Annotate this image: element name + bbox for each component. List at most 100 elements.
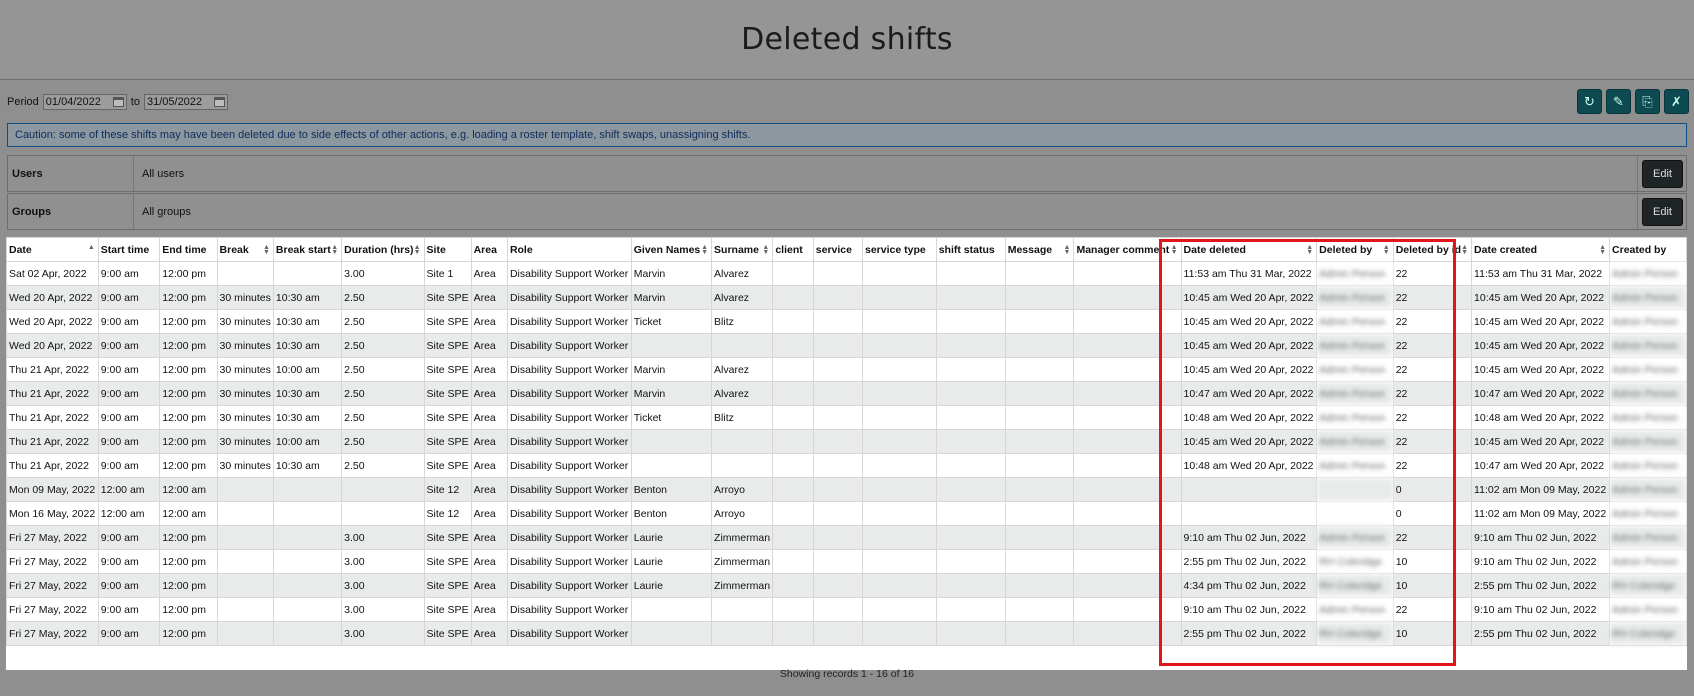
table-cell — [1180, 501, 1318, 526]
table-cell: Admin Person — [1609, 405, 1687, 430]
column-header[interactable]: Deleted by id ▲ ▼ — [1392, 237, 1473, 262]
sort-icon[interactable]: ▲ ▼ — [414, 244, 421, 256]
column-header[interactable]: service — [812, 237, 863, 262]
table-cell — [861, 477, 937, 502]
table-cell: 22 — [1392, 357, 1473, 382]
sort-icon[interactable]: ▲ ▼ — [701, 244, 708, 256]
column-header[interactable]: Given Names ▲ ▼ — [630, 237, 713, 262]
table-cell — [812, 309, 863, 334]
table-cell — [772, 357, 814, 382]
table-cell: 2.50 — [341, 453, 425, 478]
table-cell: Disability Support Worker — [506, 477, 632, 502]
table-cell: 9:00 am — [97, 525, 161, 550]
period-to-input[interactable]: 31/05/2022 — [143, 94, 228, 110]
column-header[interactable]: Role — [506, 237, 632, 262]
column-header[interactable]: Area — [470, 237, 508, 262]
table-cell: 9:00 am — [97, 357, 161, 382]
table-cell — [772, 453, 814, 478]
table-cell: Alvarez — [711, 381, 774, 406]
table-cell: Area — [470, 525, 508, 550]
table-cell — [812, 261, 863, 286]
calendar-icon[interactable] — [112, 97, 124, 107]
table-cell: 3.00 — [341, 621, 425, 646]
sort-icon[interactable]: ▲ ▼ — [1171, 244, 1178, 256]
table-cell — [935, 477, 1006, 502]
table-cell — [1004, 381, 1075, 406]
table-cell: 12:00 pm — [159, 405, 218, 430]
table-cell: RH Coleridge — [1316, 621, 1394, 646]
table-cell — [772, 525, 814, 550]
table-row: Wed 20 Apr, 2022 9:00 am 12:00 pm 30 minute… — [6, 285, 1687, 310]
column-header[interactable]: Deleted by ▲ ▼ — [1316, 237, 1394, 262]
column-header[interactable]: Manager comment ▲ ▼ — [1073, 237, 1182, 262]
table-cell — [272, 621, 343, 646]
table-cell: 11:02 am Mon 09 May, 2022 — [1471, 477, 1611, 502]
table-cell: 30 minutes — [216, 285, 274, 310]
table-row: Wed 20 Apr, 2022 9:00 am 12:00 pm 30 minute… — [6, 333, 1687, 358]
table-cell — [630, 429, 713, 454]
column-header[interactable]: Break ▲ ▼ — [216, 237, 274, 262]
table-cell: 12:00 am — [159, 477, 218, 502]
table-cell: 22 — [1392, 261, 1473, 286]
period-to-label: to — [130, 96, 140, 108]
table-cell: 2.50 — [341, 357, 425, 382]
table-cell — [1073, 309, 1182, 334]
column-header[interactable]: Date created ▲ ▼ — [1471, 237, 1611, 262]
period-filter: Period 01/04/2022 to 31/05/2022 — [7, 92, 228, 112]
table-cell — [216, 261, 274, 286]
sort-icon[interactable]: ▲ ▼ — [263, 244, 270, 256]
excel-icon[interactable]: ✗ — [1664, 89, 1689, 114]
refresh-icon[interactable]: ↻ — [1577, 89, 1602, 114]
table-cell: Admin Person — [1316, 285, 1394, 310]
column-header[interactable]: Start time — [97, 237, 161, 262]
table-cell: Site SPE — [423, 285, 472, 310]
table-cell — [1073, 573, 1182, 598]
table-cell — [272, 261, 343, 286]
table-cell: Arroyo — [711, 501, 774, 526]
edit-icon[interactable]: ✎ — [1606, 89, 1631, 114]
users-edit-button[interactable]: Edit — [1642, 159, 1683, 188]
table-cell: 10:45 am Wed 20 Apr, 2022 — [1471, 429, 1611, 454]
table-cell — [1073, 357, 1182, 382]
table-cell — [711, 597, 774, 622]
column-header[interactable]: client — [772, 237, 814, 262]
table-cell — [812, 525, 863, 550]
table-cell: 12:00 pm — [159, 453, 218, 478]
column-header-label: Date — [9, 243, 32, 256]
column-header[interactable]: service type — [861, 237, 937, 262]
table-cell: Site SPE — [423, 357, 472, 382]
column-header[interactable]: Message ▲ ▼ — [1004, 237, 1075, 262]
table-header-row: Date ▲ Start time End time Break ▲ ▼ Break star… — [6, 237, 1687, 262]
column-header[interactable]: shift status — [935, 237, 1006, 262]
table-cell — [1180, 477, 1318, 502]
table-cell — [772, 621, 814, 646]
period-from-input[interactable]: 01/04/2022 — [42, 94, 127, 110]
column-header[interactable]: End time — [159, 237, 218, 262]
calendar-icon[interactable] — [213, 97, 225, 107]
column-header[interactable]: Duration (hrs) ▲ ▼ — [341, 237, 425, 262]
column-header-label: shift status — [938, 243, 995, 256]
sort-icon[interactable]: ▲ ▼ — [331, 244, 338, 256]
groups-edit-button[interactable]: Edit — [1642, 197, 1683, 226]
table-cell: 9:10 am Thu 02 Jun, 2022 — [1180, 597, 1318, 622]
table-cell: 9:00 am — [97, 381, 161, 406]
sort-asc-icon[interactable]: ▲ — [88, 244, 95, 251]
column-header[interactable]: Site — [423, 237, 472, 262]
column-header[interactable]: Date deleted ▲ ▼ — [1180, 237, 1318, 262]
sort-icon[interactable]: ▲ ▼ — [1064, 244, 1071, 256]
sort-icon[interactable]: ▲ ▼ — [1461, 244, 1468, 256]
table-cell — [711, 621, 774, 646]
column-header[interactable]: Surname ▲ ▼ — [711, 237, 774, 262]
pdf-icon[interactable]: ⎘ — [1635, 89, 1660, 114]
sort-icon[interactable]: ▲ ▼ — [1306, 244, 1313, 256]
sort-icon[interactable]: ▲ ▼ — [762, 244, 769, 256]
column-header[interactable]: Created by — [1609, 237, 1687, 262]
sort-icon[interactable]: ▲ ▼ — [1383, 244, 1390, 256]
table-cell: Alvarez — [711, 285, 774, 310]
sort-icon[interactable]: ▲ ▼ — [1599, 244, 1606, 256]
column-header[interactable]: Break start ▲ ▼ — [272, 237, 343, 262]
column-header[interactable]: Date ▲ — [6, 237, 99, 262]
table-cell — [630, 333, 713, 358]
table-cell: 9:00 am — [97, 261, 161, 286]
table-cell: Thu 21 Apr, 2022 — [6, 381, 99, 406]
